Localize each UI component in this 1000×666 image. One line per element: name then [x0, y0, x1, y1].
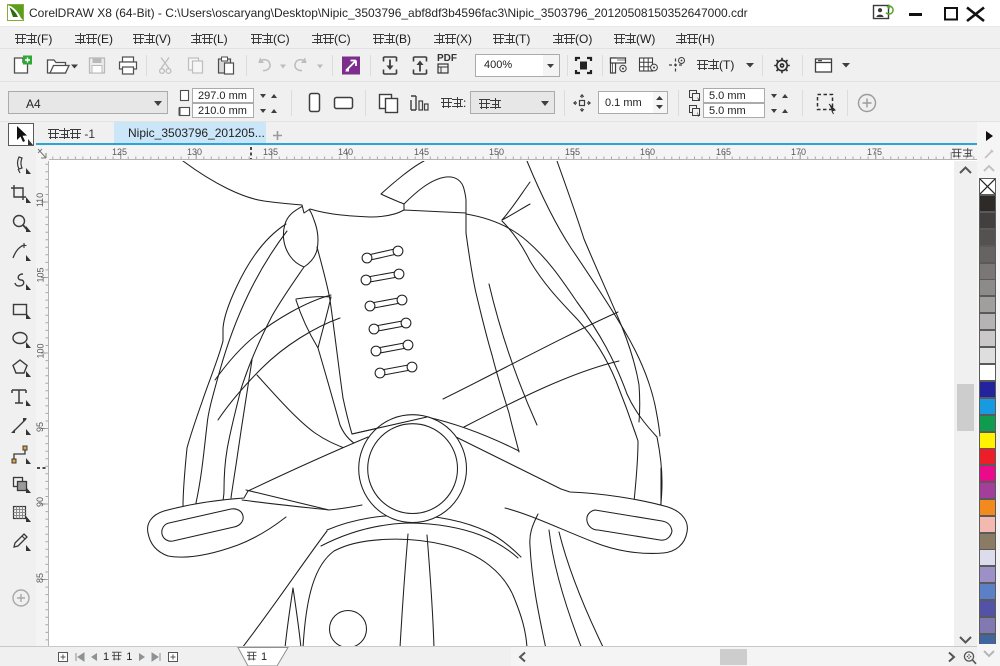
svg-text:x: x: [697, 97, 700, 102]
svg-text:y: y: [697, 112, 700, 117]
